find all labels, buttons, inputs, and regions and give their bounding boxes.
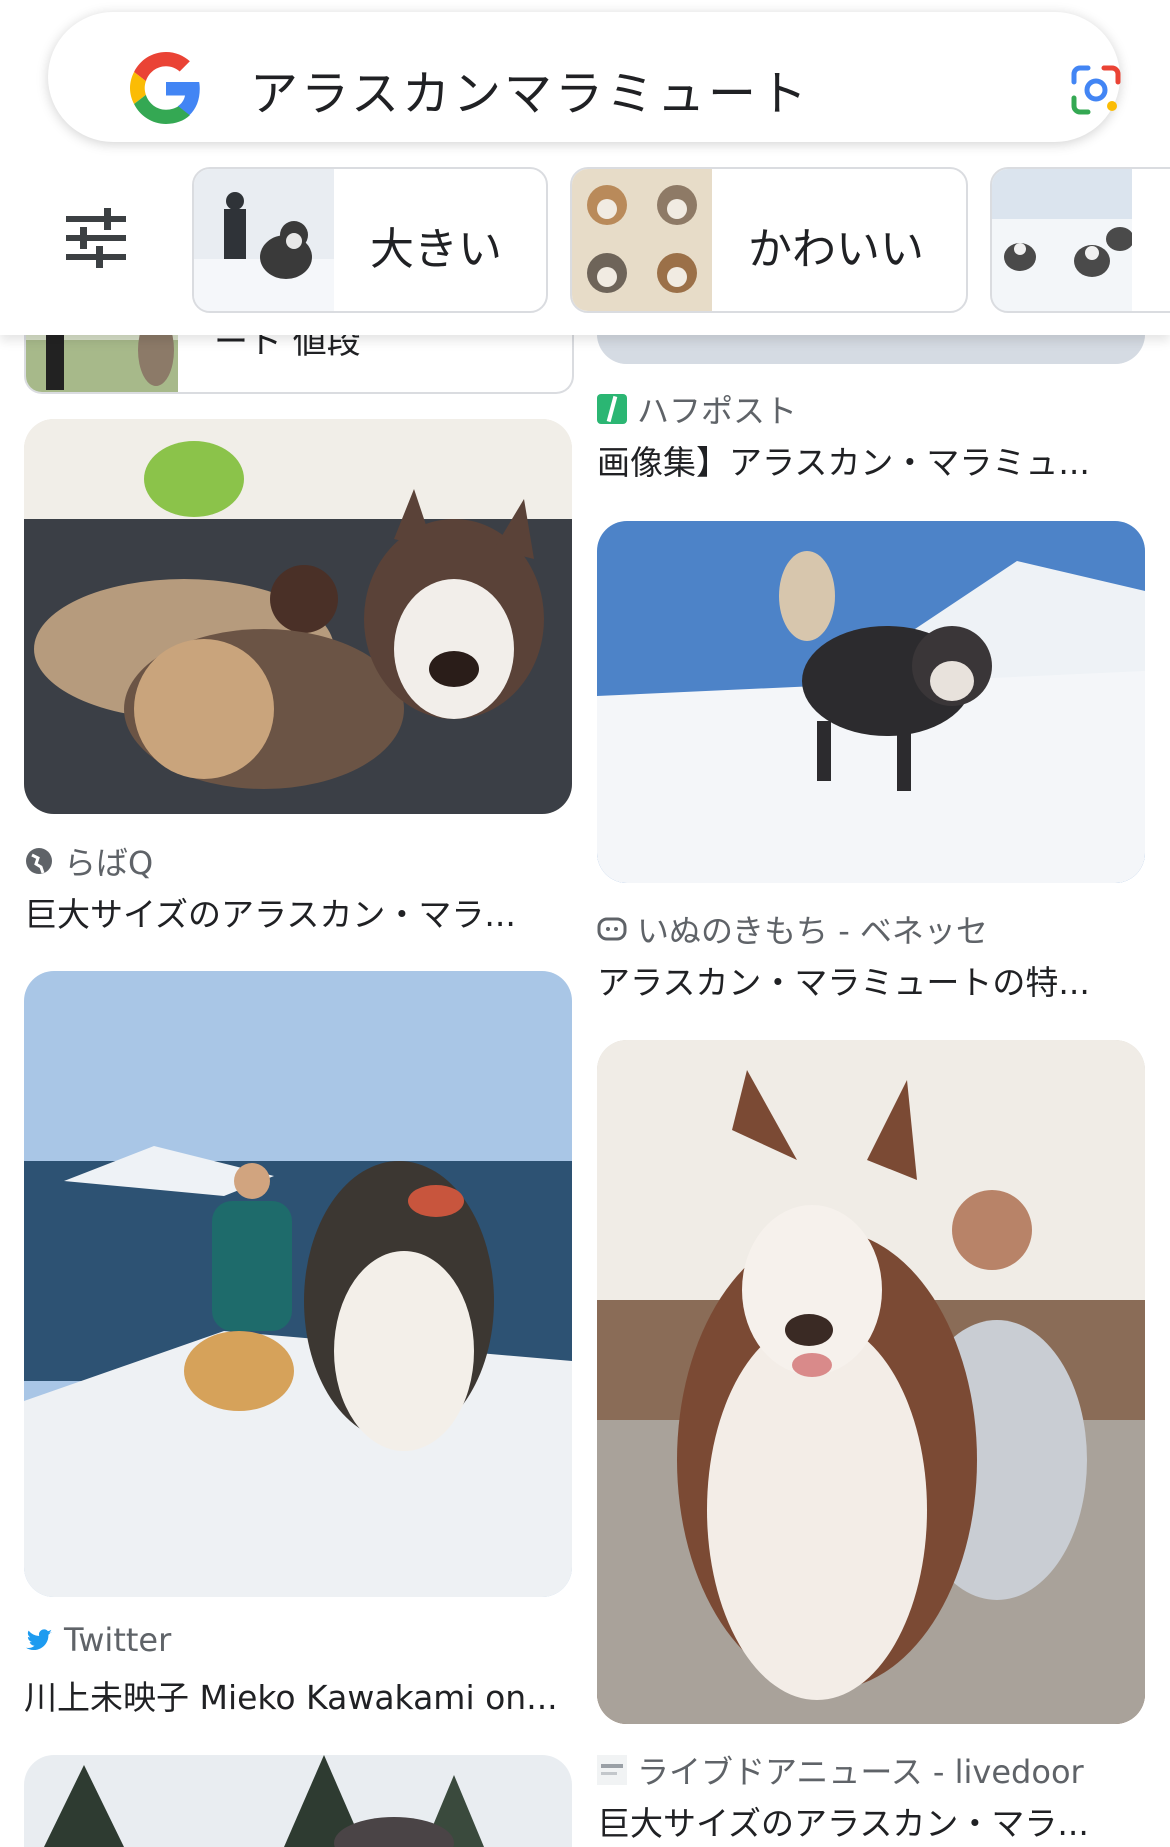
result-source[interactable]: ライブドアニュース - livedoor	[597, 1747, 1084, 1793]
dogs-on-mountain-image	[24, 971, 572, 1597]
dog-in-snow-image	[597, 521, 1145, 883]
source-name: ハフポスト	[637, 392, 798, 430]
result-image[interactable]	[597, 1040, 1145, 1724]
result-title[interactable]: 巨大サイズのアラスカン・マラ...	[597, 1797, 1089, 1845]
chip-label: かわいい	[748, 224, 924, 275]
result-source[interactable]: ハフポスト	[597, 386, 797, 432]
google-logo-icon	[130, 52, 200, 124]
source-name: Twitter	[64, 1621, 172, 1659]
result-title[interactable]: 巨大サイズのアラスカン・マラ...	[24, 888, 516, 936]
twitter-bird-icon	[26, 1629, 52, 1651]
inu-no-kimochi-icon	[597, 917, 627, 941]
huffpost-icon	[597, 394, 627, 424]
chip-thumbnail	[992, 169, 1132, 311]
chip-thumbnail	[572, 169, 712, 311]
result-source[interactable]: らばQ	[24, 838, 153, 884]
top-bar: アラスカンマラミュート 大きい かわいい	[0, 0, 1170, 335]
result-image-partial[interactable]	[24, 1755, 572, 1847]
snow-forest-image	[24, 1755, 572, 1847]
search-query[interactable]: アラスカンマラミュート	[250, 54, 810, 124]
chip-thumbnail	[194, 169, 334, 311]
result-title[interactable]: 川上未映子 Mieko Kawakami on...	[24, 1671, 558, 1719]
source-name: ライブドアニュース - livedoor	[637, 1753, 1084, 1791]
result-image[interactable]	[24, 419, 572, 814]
result-source[interactable]: いぬのきもち - ベネッセ	[597, 906, 988, 952]
result-source[interactable]: Twitter	[24, 1621, 171, 1659]
tune-filter-icon[interactable]	[64, 208, 128, 268]
dog-on-couch-image	[24, 419, 572, 814]
dog-with-man-image	[597, 1040, 1145, 1724]
globe-icon	[26, 848, 52, 874]
livedoor-news-icon	[597, 1755, 627, 1785]
result-image[interactable]	[24, 971, 572, 1597]
source-name: いぬのきもち - ベネッセ	[637, 912, 988, 950]
search-bar[interactable]: アラスカンマラミュート	[48, 12, 1121, 142]
chip-label: 大きい	[370, 224, 502, 275]
chip-large[interactable]: 大きい	[192, 167, 548, 313]
chip-cute[interactable]: かわいい	[570, 167, 968, 313]
result-title[interactable]: 画像集】アラスカン・マラミュ...	[597, 436, 1090, 484]
google-lens-icon[interactable]	[1066, 60, 1126, 120]
chip-more[interactable]	[990, 167, 1170, 313]
source-name: らばQ	[64, 844, 154, 882]
result-image[interactable]	[597, 521, 1145, 883]
result-title[interactable]: アラスカン・マラミュートの特...	[597, 956, 1090, 1004]
